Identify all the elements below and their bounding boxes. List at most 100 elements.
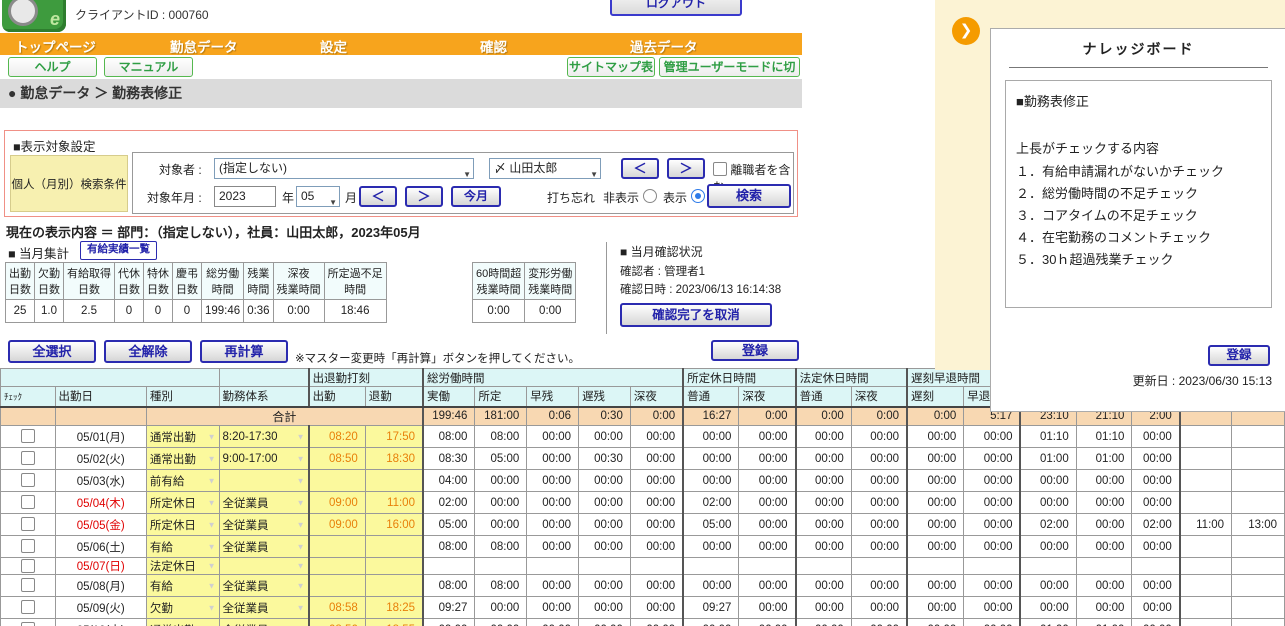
kb-register-button[interactable]: 登録 [1208,345,1270,366]
type-select[interactable]: 通常出勤▼ [146,448,219,470]
work-system-select[interactable]: 9:00-17:00▼ [219,448,309,470]
punch-in-cell[interactable]: 09:00 [309,492,366,514]
knowledge-board-toggle-button[interactable]: ❯ [952,17,980,45]
work-system-select[interactable]: ▼ [219,558,309,575]
work-system-select[interactable]: 全従業員▼ [219,536,309,558]
knowledge-board-panel: ナレッジボード ■勤務表修正 上長がチェックする内容 １．有給申請漏れがないかチ… [990,28,1285,412]
punch-out-cell[interactable]: 16:00 [365,514,423,536]
logout-button[interactable]: ログアウト [610,0,742,16]
punch-out-cell[interactable]: 18:30 [365,448,423,470]
punch-in-cell[interactable]: 08:56 [309,619,366,626]
admin-mode-button[interactable]: 管理ユーザーモードに切替 [659,57,800,77]
type-select[interactable]: 前有給▼ [146,470,219,492]
work-system-select[interactable]: 全従業員▼ [219,575,309,597]
time-value-cell: 08:00 [423,536,475,558]
punch-in-cell[interactable] [309,470,366,492]
nav-item-confirm[interactable]: 確認 [480,36,507,56]
punch-in-cell[interactable]: 08:58 [309,597,366,619]
chevron-down-icon: ▼ [208,562,216,571]
target-select[interactable]: (指定しない) ▼ [214,158,474,179]
punch-out-cell[interactable]: 11:00 [365,492,423,514]
type-select[interactable]: 欠勤▼ [146,597,219,619]
include-retired-checkbox[interactable] [713,162,727,176]
forgot-hide-radio[interactable] [643,189,657,203]
work-system-select[interactable]: 全従業員▼ [219,597,309,619]
punch-in-cell[interactable] [309,575,366,597]
row-checkbox[interactable] [21,429,35,443]
punch-in-cell[interactable]: 08:20 [309,426,366,448]
paid-leave-list-button[interactable]: 有給実績一覧 [80,241,157,260]
column-header: 退勤 [365,387,423,407]
time-value-cell: 00:00 [1132,536,1180,558]
this-month-button[interactable]: 今月 [451,186,501,207]
punch-in-cell[interactable] [309,558,366,575]
clear-all-button[interactable]: 全解除 [104,340,192,363]
type-select[interactable]: 通常出勤▼ [146,426,219,448]
time-value-cell [1180,536,1232,558]
row-checkbox[interactable] [21,495,35,509]
month-prev-button[interactable]: ＜ [359,186,397,207]
punch-in-cell[interactable] [309,536,366,558]
confirm-status-title: ■ 当月確認状況 [620,243,800,260]
row-checkbox[interactable] [21,578,35,592]
type-select[interactable]: 所定休日▼ [146,492,219,514]
type-select[interactable]: 通常出勤▼ [146,619,219,626]
column-header: 深夜 [630,387,683,407]
confirmed-at-label: 確認日時 : 2023/06/13 16:14:38 [620,281,800,297]
row-checkbox[interactable] [21,451,35,465]
time-value-cell: 00:00 [1020,597,1076,619]
punch-out-cell[interactable] [365,558,423,575]
column-group-header [219,369,309,387]
register-button[interactable]: 登録 [711,340,799,361]
year-input[interactable]: 2023 [214,186,276,207]
type-select[interactable]: 所定休日▼ [146,514,219,536]
employee-select[interactable]: 〆 山田太郎 ▼ [489,158,601,179]
nav-item-past[interactable]: 過去データ [630,36,698,56]
help-button[interactable]: ヘルプ [8,57,97,77]
work-system-value: 9:00-17:00 [223,453,278,465]
employee-next-button[interactable]: ＞ [667,158,705,179]
work-system-select[interactable]: 全従業員▼ [219,619,309,626]
chevron-down-icon: ▼ [297,562,305,571]
work-system-select[interactable]: ▼ [219,470,309,492]
punch-out-cell[interactable]: 18:55 [365,619,423,626]
manual-button[interactable]: マニュアル [104,57,193,77]
punch-out-cell[interactable]: 18:25 [365,597,423,619]
nav-item-settings[interactable]: 設定 [320,36,347,56]
punch-in-cell[interactable]: 08:50 [309,448,366,470]
row-checkbox[interactable] [21,539,35,553]
work-system-select[interactable]: 全従業員▼ [219,492,309,514]
month-next-button[interactable]: ＞ [405,186,443,207]
punch-out-cell[interactable] [365,536,423,558]
time-value-cell: 00:00 [964,426,1021,448]
recalc-button[interactable]: 再計算 [200,340,288,363]
select-all-button[interactable]: 全選択 [8,340,96,363]
sitemap-button[interactable]: サイトマップ表示 [567,57,655,77]
search-button[interactable]: 検索 [707,184,791,208]
date-cell: 05/04(木) [55,492,146,514]
employee-prev-button[interactable]: ＜ [621,158,659,179]
punch-out-cell[interactable] [365,470,423,492]
punch-in-cell[interactable]: 09:00 [309,514,366,536]
type-select[interactable]: 法定休日▼ [146,558,219,575]
row-checkbox[interactable] [21,517,35,531]
date-cell: 05/02(火) [55,448,146,470]
cancel-confirmation-button[interactable]: 確認完了を取消 [620,303,772,327]
kb-item: ４．在宅勤務のコメントチェック [1016,227,1261,249]
row-checkbox[interactable] [21,600,35,614]
punch-out-cell[interactable] [365,575,423,597]
nav-item-kintai[interactable]: 勤怠データ [170,36,238,56]
work-system-select[interactable]: 8:20-17:30▼ [219,426,309,448]
row-checkbox[interactable] [21,622,35,626]
row-checkbox[interactable] [21,559,35,573]
month-select[interactable]: 05 ▼ [296,186,340,207]
forgot-show-radio[interactable] [691,189,705,203]
type-select[interactable]: 有給▼ [146,575,219,597]
time-value-cell: 00:00 [527,597,579,619]
type-select[interactable]: 有給▼ [146,536,219,558]
nav-item-top[interactable]: トップページ [15,36,96,56]
punch-out-cell[interactable]: 17:50 [365,426,423,448]
row-checkbox[interactable] [21,473,35,487]
time-value-cell: 00:00 [1076,514,1132,536]
work-system-select[interactable]: 全従業員▼ [219,514,309,536]
